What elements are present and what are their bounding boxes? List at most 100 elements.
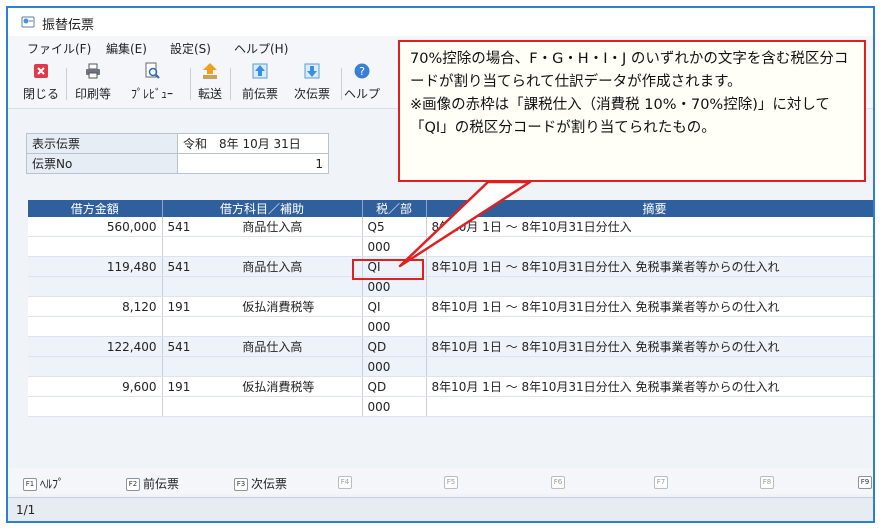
function-key-bar: F1 ﾍﾙﾌﾟ F2 前伝票 F3 次伝票 F4 F5 F6 F7 F8 F9 (8, 468, 873, 494)
f2-key-icon: F2 (126, 478, 140, 491)
help-button[interactable]: ? ヘルプ (344, 60, 380, 104)
voucher-icon (21, 16, 35, 28)
account-name: 商品仕入高 (242, 220, 303, 234)
title-bar: 振替伝票 (8, 8, 873, 37)
debit-account[interactable]: 191 仮払消費税等 (162, 376, 363, 397)
printer-icon (86, 63, 100, 79)
account-code: 191 (167, 380, 191, 394)
help-label: ヘルプ (344, 87, 381, 101)
table-subrow[interactable]: 000 (28, 236, 873, 257)
fkey-f8[interactable]: F8 (760, 475, 777, 489)
fkey-f5[interactable]: F5 (444, 475, 461, 489)
fkey-f6[interactable]: F6 (551, 475, 568, 489)
empty-cell (28, 316, 163, 337)
debit-account[interactable]: 541 商品仕入高 (162, 256, 363, 277)
fkey-f9[interactable]: F9 (858, 475, 873, 489)
debit-amount[interactable]: 119,480 (28, 256, 163, 277)
voucher-info: 表示伝票 令和 8年 10月 31日 伝票No 1 (26, 133, 329, 174)
memo[interactable]: 8年10月 1日 ～ 8年10月31日分仕入 免税事業者等からの仕入れ (426, 296, 873, 317)
debit-account[interactable]: 541 商品仕入高 (162, 217, 363, 237)
menu-edit[interactable]: 編集(E) (106, 40, 147, 57)
tax-code[interactable]: Q5 (362, 217, 427, 237)
callout-line-1: 70%控除の場合、F・G・H・I・J のいずれかの文字を含む税区分コードが割り当… (410, 51, 849, 90)
date-value: 令和 8年 10月 31日 (177, 133, 329, 154)
account-code: 191 (167, 300, 191, 314)
dept-code[interactable]: 000 (362, 236, 427, 257)
table-row[interactable]: 122,400 541 商品仕入高 QD 8年10月 1日 ～ 8年10月31日分仕入 … (28, 336, 873, 357)
prev-voucher-label: 前伝票 (241, 87, 278, 101)
debit-amount[interactable]: 560,000 (28, 217, 163, 237)
empty-cell (162, 236, 363, 257)
header-debit-amount: 借方金額 (28, 200, 163, 217)
dept-code[interactable]: 000 (362, 356, 427, 377)
fkey-f1[interactable]: F1 ﾍﾙﾌﾟ (23, 475, 64, 492)
close-button[interactable]: 閉じる (21, 60, 61, 104)
memo[interactable]: 8年10月 1日 ～ 8年10月31日分仕入 (426, 217, 873, 237)
prev-voucher-button[interactable]: 前伝票 (235, 60, 285, 104)
table-row[interactable]: 8,120 191 仮払消費税等 QI 8年10月 1日 ～ 8年10月31日分仕入 免… (28, 296, 873, 317)
next-voucher-icon (304, 63, 320, 79)
table-row[interactable]: 560,000 541 商品仕入高 Q5 8年10月 1日 ～ 8年10月31日分仕入 (28, 217, 873, 237)
date-label: 表示伝票 (26, 133, 178, 154)
preview-icon (145, 62, 160, 79)
empty-cell (426, 396, 873, 417)
tax-code[interactable]: QD (362, 336, 427, 357)
debit-amount[interactable]: 8,120 (28, 296, 163, 317)
table-subrow[interactable]: 000 (28, 316, 873, 337)
empty-cell (28, 276, 163, 297)
table-row[interactable]: 9,600 191 仮払消費税等 QD 8年10月 1日 ～ 8年10月31日分仕入 免… (28, 376, 873, 397)
empty-cell (162, 316, 363, 337)
table-subrow[interactable]: 000 (28, 356, 873, 377)
transfer-button[interactable]: 転送 (194, 60, 226, 104)
tax-code[interactable]: QI (362, 296, 427, 317)
tax-code[interactable]: QD (362, 376, 427, 397)
callout-line-2: ※画像の赤枠は「課税仕入（消費税 10%・70%控除)」に対して「QI」の税区分… (410, 97, 830, 136)
next-voucher-label: 次伝票 (293, 87, 330, 101)
account-name: 仮払消費税等 (242, 380, 315, 394)
memo[interactable]: 8年10月 1日 ～ 8年10月31日分仕入 免税事業者等からの仕入れ (426, 336, 873, 357)
menu-help[interactable]: ヘルプ(H) (234, 40, 288, 57)
voucher-no-value: 1 (177, 153, 329, 174)
print-label: 印刷等 (74, 87, 111, 101)
header-memo: 摘要 (426, 200, 873, 217)
f7-key-icon: F7 (654, 476, 668, 489)
table-subrow[interactable]: 000 (28, 396, 873, 417)
preview-button[interactable]: ﾌﾟﾚﾋﾞｭｰ (118, 60, 186, 104)
table-row[interactable]: 119,480 541 商品仕入高 QI 8年10月 1日 ～ 8年10月31日分仕入 … (28, 256, 873, 277)
toolbar-separator (66, 68, 67, 100)
help-icon: ? (354, 63, 370, 79)
f5-key-icon: F5 (444, 476, 458, 489)
fkey-f3[interactable]: F3 次伝票 (234, 475, 287, 492)
fkey-f2[interactable]: F2 前伝票 (126, 475, 179, 492)
next-voucher-button[interactable]: 次伝票 (287, 60, 337, 104)
menu-settings[interactable]: 設定(S) (170, 40, 211, 57)
empty-cell (28, 396, 163, 417)
empty-cell (426, 236, 873, 257)
account-code: 541 (167, 340, 191, 354)
print-button[interactable]: 印刷等 (72, 60, 114, 104)
dept-code[interactable]: 000 (362, 316, 427, 337)
callout-note: 70%控除の場合、F・G・H・I・J のいずれかの文字を含む税区分コードが割り当… (398, 40, 866, 182)
fkey-f7[interactable]: F7 (654, 475, 671, 489)
fkey-f4[interactable]: F4 (338, 475, 355, 489)
debit-account[interactable]: 541 商品仕入高 (162, 336, 363, 357)
f4-key-icon: F4 (338, 476, 352, 489)
highlight-box (352, 259, 424, 280)
grid-header: 借方金額 借方科目／補助 税／部 摘要 (28, 200, 873, 217)
debit-account[interactable]: 191 仮払消費税等 (162, 296, 363, 317)
empty-cell (28, 236, 163, 257)
memo[interactable]: 8年10月 1日 ～ 8年10月31日分仕入 免税事業者等からの仕入れ (426, 256, 873, 277)
dept-code[interactable]: 000 (362, 396, 427, 417)
voucher-no-label: 伝票No (26, 153, 178, 174)
empty-cell (162, 396, 363, 417)
transfer-icon (203, 63, 217, 79)
memo[interactable]: 8年10月 1日 ～ 8年10月31日分仕入 免税事業者等からの仕入れ (426, 376, 873, 397)
menu-file[interactable]: ファイル(F) (27, 40, 91, 57)
prev-voucher-icon (252, 63, 268, 79)
debit-amount[interactable]: 9,600 (28, 376, 163, 397)
debit-amount[interactable]: 122,400 (28, 336, 163, 357)
table-subrow[interactable]: 000 (28, 276, 873, 297)
page-indicator: 1/1 (16, 503, 36, 517)
empty-cell (426, 316, 873, 337)
transfer-label: 転送 (197, 87, 222, 101)
